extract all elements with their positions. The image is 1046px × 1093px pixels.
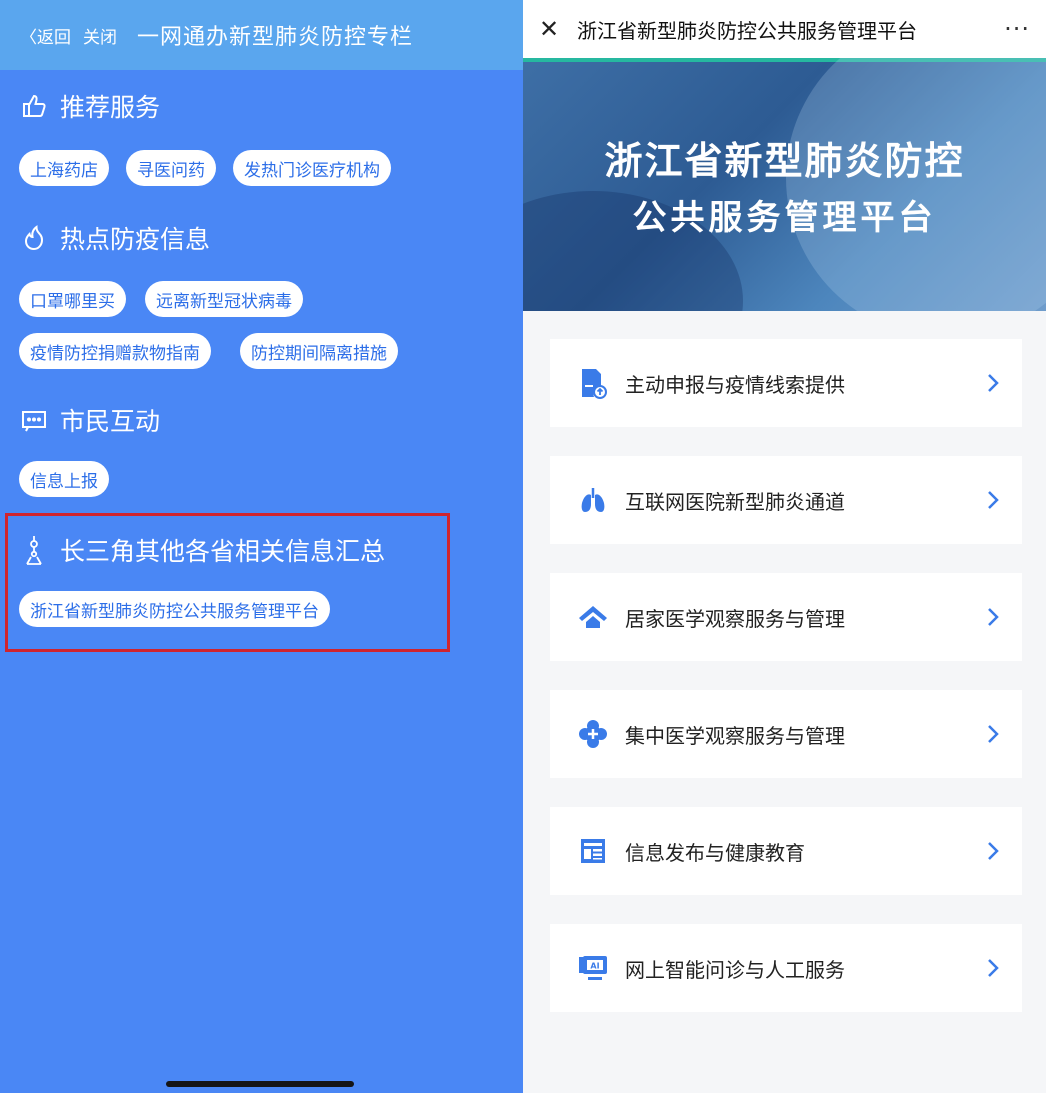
banner-title: 浙江省新型肺炎防控 [604,138,965,183]
report-upload-icon [577,367,609,399]
chip-isolation-measures[interactable]: 防控期间隔离措施 [240,333,398,369]
medical-cross-icon [577,718,609,750]
chip-info-report[interactable]: 信息上报 [19,461,109,497]
page-title: 一网通办新型肺炎防控专栏 [137,25,414,50]
ai-monitor-icon: AI [577,952,609,984]
right-nav-bar: ✕ 浙江省新型肺炎防控公共服务管理平台 ··· [523,0,1046,58]
chip-pharmacy[interactable]: 上海药店 [19,150,109,186]
banner: 浙江省新型肺炎防控 公共服务管理平台 [523,58,1046,311]
close-icon[interactable]: ✕ [539,15,565,43]
section-title: 市民互动 [60,407,161,436]
more-icon[interactable]: ··· [1004,15,1030,43]
menu-item-label: 居家医学观察服务与管理 [625,606,845,631]
left-nav-bar: 〈返回 关闭 一网通办新型肺炎防控专栏 [0,0,523,70]
back-button[interactable]: 〈返回 [20,23,71,48]
svg-text:AI: AI [590,962,599,971]
chip-mask-purchase[interactable]: 口罩哪里买 [19,281,126,317]
section-title: 推荐服务 [60,93,161,122]
banner-subtitle: 公共服务管理平台 [632,198,937,238]
menu-item-ai-consult[interactable]: AI 网上智能问诊与人工服务 [550,924,1022,1012]
menu-item-label: 信息发布与健康教育 [625,840,805,865]
menu-item-label: 网上智能问诊与人工服务 [625,957,845,982]
chip-medical-consult[interactable]: 寻医问药 [126,150,216,186]
menu-item-label: 集中医学观察服务与管理 [625,723,845,748]
lungs-icon [577,484,609,516]
chevron-right-icon [988,491,999,509]
menu-item-label: 主动申报与疫情线索提供 [625,372,845,397]
highlight-box [5,513,450,652]
left-panel: 〈返回 关闭 一网通办新型肺炎防控专栏 推荐服务 上海药店 寻医问药 发热门诊医… [0,0,523,1093]
chevron-right-icon [988,608,999,626]
home-indicator [166,1081,354,1087]
chevron-right-icon [988,374,999,392]
home-icon [577,601,609,633]
right-panel: ✕ 浙江省新型肺炎防控公共服务管理平台 ··· 浙江省新型肺炎防控 公共服务管理… [523,0,1046,1093]
chevron-right-icon [988,959,999,977]
section-recommended: 推荐服务 [20,88,160,124]
close-button[interactable]: 关闭 [83,23,117,48]
chat-icon [20,406,48,434]
page-title: 浙江省新型肺炎防控公共服务管理平台 [577,18,917,43]
flame-icon [20,224,48,252]
thumbs-up-icon [20,92,48,120]
section-title: 热点防疫信息 [60,225,211,254]
chip-fever-clinic[interactable]: 发热门诊医疗机构 [233,150,391,186]
chevron-right-icon [988,725,999,743]
menu-item-home-observation[interactable]: 居家医学观察服务与管理 [550,573,1022,661]
menu-item-label: 互联网医院新型肺炎通道 [625,489,845,514]
menu-item-internet-hospital[interactable]: 互联网医院新型肺炎通道 [550,456,1022,544]
chip-avoid-virus[interactable]: 远离新型冠状病毒 [145,281,303,317]
section-citizen-interaction: 市民互动 [20,402,160,438]
menu-item-info-release[interactable]: 信息发布与健康教育 [550,807,1022,895]
news-icon [577,835,609,867]
menu-item-central-observation[interactable]: 集中医学观察服务与管理 [550,690,1022,778]
chevron-right-icon [988,842,999,860]
chip-donation-guide[interactable]: 疫情防控捐赠款物指南 [19,333,211,369]
section-hot-info: 热点防疫信息 [20,220,210,256]
menu-item-report[interactable]: 主动申报与疫情线索提供 [550,339,1022,427]
